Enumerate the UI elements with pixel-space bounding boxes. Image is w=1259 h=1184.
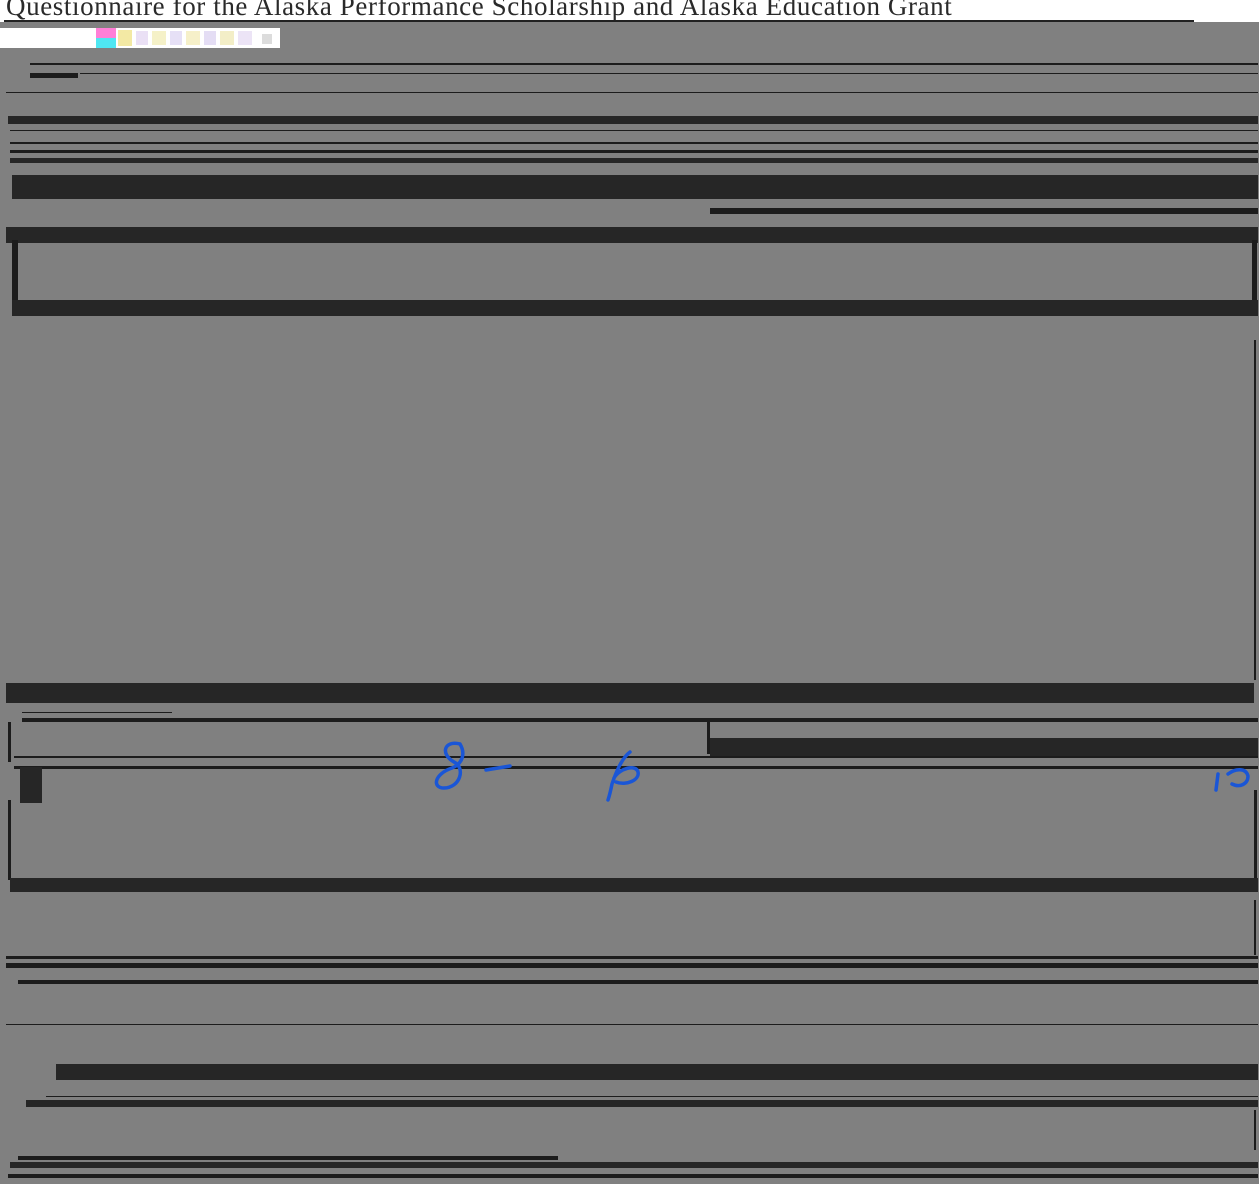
section-header-bar <box>6 683 1254 703</box>
form-band <box>8 116 1258 124</box>
page-edge-mark <box>1254 1110 1256 1150</box>
form-rule <box>80 73 1258 74</box>
handwritten-entry <box>606 750 640 802</box>
handwritten-entry <box>434 741 512 790</box>
form-rule <box>18 1156 558 1160</box>
form-rule <box>46 1096 1258 1097</box>
form-rule <box>8 1174 1258 1178</box>
page-edge-mark <box>1254 900 1256 955</box>
section-footer-bar <box>12 300 1258 316</box>
header-rule <box>4 20 1194 22</box>
section-border <box>8 722 11 762</box>
form-rule <box>10 142 1258 144</box>
handwritten-entry <box>1214 768 1250 792</box>
form-rule <box>6 963 1258 968</box>
form-rule <box>22 718 1258 722</box>
scanned-form-page: Questionnaire for the Alaska Performance… <box>0 0 1259 1184</box>
form-band <box>10 1162 1258 1168</box>
form-rule <box>6 956 1258 959</box>
checkbox-mark <box>20 767 42 803</box>
page-edge-mark <box>1254 340 1256 680</box>
form-rule <box>6 92 1258 93</box>
section-border <box>1252 240 1257 302</box>
section-border <box>8 800 11 880</box>
document-title: Questionnaire for the Alaska Performance… <box>6 0 953 21</box>
form-band <box>26 1100 1258 1107</box>
form-rule <box>22 712 172 713</box>
section-border <box>12 240 18 302</box>
section-footer-bar <box>10 878 1258 892</box>
section-header-bar <box>12 175 1258 199</box>
form-rule <box>10 150 1258 153</box>
form-band <box>56 1064 1258 1080</box>
form-rule <box>10 130 1258 131</box>
header-strip: Questionnaire for the Alaska Performance… <box>0 0 1259 22</box>
form-rule <box>18 980 1258 984</box>
form-rule <box>30 63 1258 65</box>
form-rule <box>6 1024 1258 1025</box>
color-calibration-swatches <box>96 28 280 48</box>
form-rule <box>710 208 1258 214</box>
form-band <box>10 158 1258 163</box>
section-header-bar <box>6 227 1258 243</box>
section-border <box>1254 790 1257 880</box>
form-rule <box>30 73 78 78</box>
table-header-bar <box>710 738 1258 756</box>
